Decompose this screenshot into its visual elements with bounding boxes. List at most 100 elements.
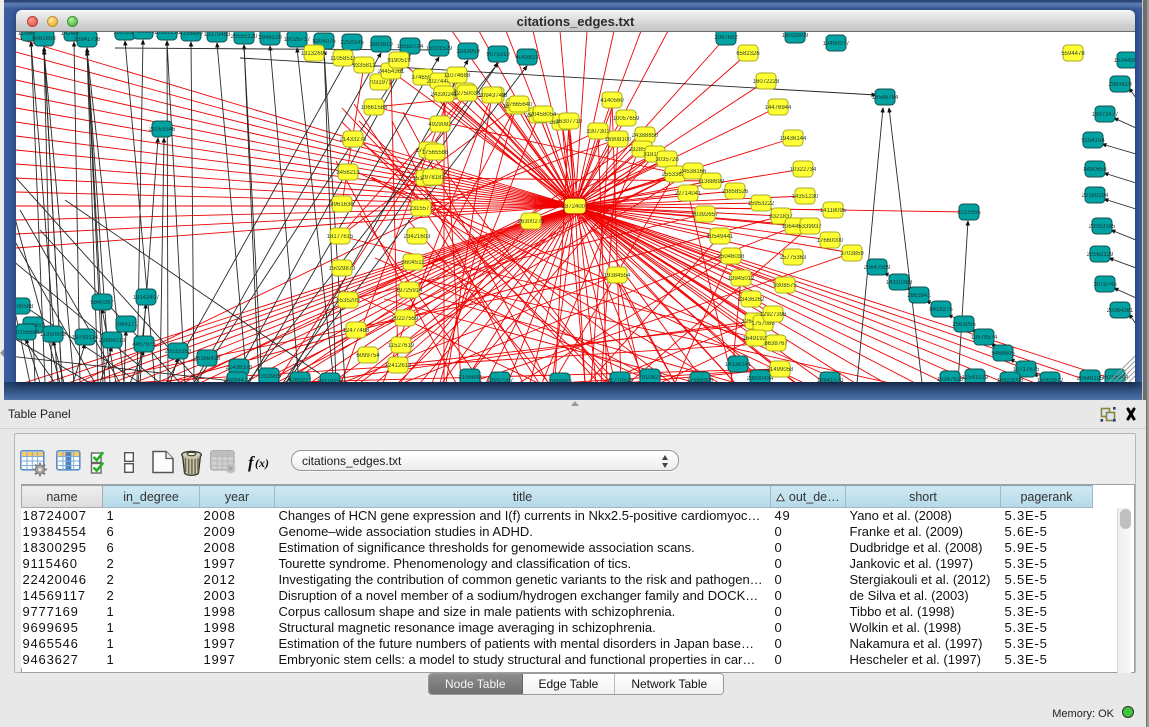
svg-text:8204075: 8204075	[312, 39, 336, 45]
svg-text:9190519: 9190519	[387, 58, 411, 64]
svg-text:17660000: 17660000	[817, 238, 844, 244]
svg-text:16623006: 16623006	[997, 378, 1024, 382]
svg-text:3075745: 3075745	[1093, 282, 1117, 288]
svg-text:10549441: 10549441	[707, 234, 734, 240]
svg-text:14118095: 14118095	[820, 208, 847, 214]
svg-text:20458054: 20458054	[530, 112, 557, 118]
svg-text:20943743: 20943743	[479, 93, 506, 99]
svg-text:5339937: 5339937	[798, 224, 822, 230]
svg-text:18026717: 18026717	[284, 37, 311, 43]
svg-text:17565588: 17565588	[422, 150, 449, 156]
svg-text:19799114: 19799114	[72, 335, 99, 341]
svg-text:14136141: 14136141	[725, 362, 752, 368]
svg-text:16908100: 16908100	[605, 137, 632, 143]
svg-text:2946120: 2946120	[258, 35, 282, 41]
svg-text:24388850: 24388850	[632, 133, 659, 139]
svg-text:11058511: 11058511	[330, 56, 356, 62]
svg-text:21499058: 21499058	[767, 367, 794, 373]
svg-text:23858526: 23858526	[722, 189, 749, 195]
svg-text:3106848: 3106848	[458, 375, 482, 381]
svg-text:16548784: 16548784	[872, 95, 899, 101]
svg-text:11527619: 11527619	[388, 343, 415, 349]
svg-text:19937057: 19937057	[487, 378, 514, 382]
svg-text:22438378: 22438378	[226, 365, 253, 371]
svg-text:7910827: 7910827	[638, 375, 662, 381]
svg-text:18177615: 18177615	[327, 234, 354, 240]
svg-text:23884213: 23884213	[99, 338, 126, 344]
svg-text:6582326: 6582326	[736, 51, 760, 57]
svg-text:2563055: 2563055	[952, 322, 976, 328]
svg-text:15953222: 15953222	[748, 201, 775, 207]
svg-text:20515263: 20515263	[165, 349, 192, 355]
svg-text:18981216: 18981216	[154, 32, 181, 36]
svg-text:5840397: 5840397	[90, 300, 114, 306]
svg-text:15063972: 15063972	[1037, 378, 1064, 382]
svg-text:6535209: 6535209	[336, 298, 360, 304]
svg-text:21770515: 21770515	[607, 378, 634, 382]
svg-text:10322734: 10322734	[790, 167, 817, 173]
svg-text:16033809: 16033809	[782, 33, 809, 39]
svg-text:17665640: 17665640	[506, 102, 533, 108]
svg-text:7303905: 7303905	[257, 374, 281, 380]
svg-text:22053165: 22053165	[1089, 224, 1116, 230]
svg-text:2315577: 2315577	[409, 206, 433, 212]
svg-text:12927396: 12927396	[760, 312, 787, 318]
svg-text:3307301: 3307301	[586, 129, 610, 135]
svg-text:15347616: 15347616	[937, 377, 964, 382]
svg-text:19678574: 19678574	[971, 335, 998, 341]
svg-text:18841570: 18841570	[817, 378, 844, 382]
svg-text:3703859: 3703859	[840, 251, 864, 257]
svg-text:9075310: 9075310	[486, 52, 510, 58]
svg-text:20227559: 20227559	[392, 316, 419, 322]
svg-text:5594478: 5594478	[1061, 51, 1085, 57]
svg-text:4269227: 4269227	[288, 378, 312, 382]
svg-text:14476944: 14476944	[765, 105, 792, 111]
svg-text:9308575: 9308575	[773, 283, 797, 289]
svg-text:20647509: 20647509	[864, 265, 891, 271]
svg-text:7031971: 7031971	[368, 80, 392, 86]
svg-text:8490656: 8490656	[1083, 167, 1107, 173]
svg-text:12477488: 12477488	[343, 328, 370, 334]
svg-text:13495588: 13495588	[16, 304, 34, 310]
svg-text:3215955: 3215955	[957, 210, 981, 216]
svg-text:22714041: 22714041	[675, 191, 702, 197]
svg-text:4961630: 4961630	[330, 202, 354, 208]
svg-text:2087682: 2087682	[714, 35, 738, 41]
svg-text:15031529: 15031529	[426, 46, 453, 52]
svg-text:11074688: 11074688	[444, 73, 471, 79]
svg-text:17656906: 17656906	[687, 378, 714, 382]
svg-text:20053346: 20053346	[149, 127, 176, 133]
svg-text:12412612: 12412612	[385, 363, 412, 369]
svg-text:23421603: 23421603	[404, 234, 431, 240]
svg-text:3343959: 3343959	[456, 49, 480, 55]
svg-text:15244500: 15244500	[1114, 58, 1135, 64]
svg-text:20364361: 20364361	[1107, 308, 1134, 314]
svg-text:2663941: 2663941	[907, 293, 931, 299]
svg-text:16072228: 16072228	[753, 79, 780, 85]
svg-text:22841736: 22841736	[74, 37, 101, 43]
svg-text:3035728: 3035728	[655, 157, 679, 163]
svg-text:19490077: 19490077	[823, 41, 850, 47]
svg-text:6638767: 6638767	[764, 341, 788, 347]
svg-text:(x): (x)	[255, 456, 269, 470]
svg-text:15550734: 15550734	[397, 44, 424, 50]
svg-text:3456213: 3456213	[336, 170, 360, 176]
svg-text:6061658: 6061658	[32, 36, 56, 42]
svg-text:24454361: 24454361	[378, 69, 405, 75]
svg-text:4158480: 4158480	[179, 32, 203, 37]
svg-text:19436144: 19436144	[780, 136, 807, 142]
svg-text:20555120: 20555120	[231, 34, 258, 40]
svg-text:4457975: 4457975	[132, 342, 156, 348]
svg-text:25775363: 25775363	[780, 255, 807, 261]
svg-text:20392657: 20392657	[692, 212, 719, 218]
svg-text:19725914: 19725914	[396, 288, 423, 294]
svg-text:11388699: 11388699	[698, 179, 725, 185]
svg-text:14351230: 14351230	[792, 194, 819, 200]
svg-text:2978182: 2978182	[421, 175, 445, 181]
svg-text:2258145: 2258145	[340, 40, 364, 46]
svg-text:7064171: 7064171	[114, 322, 138, 328]
svg-text:3883910: 3883910	[369, 42, 393, 48]
svg-text:13270483: 13270483	[204, 32, 231, 38]
svg-text:2999883: 2999883	[548, 379, 572, 382]
svg-text:22160294: 22160294	[1082, 193, 1109, 199]
